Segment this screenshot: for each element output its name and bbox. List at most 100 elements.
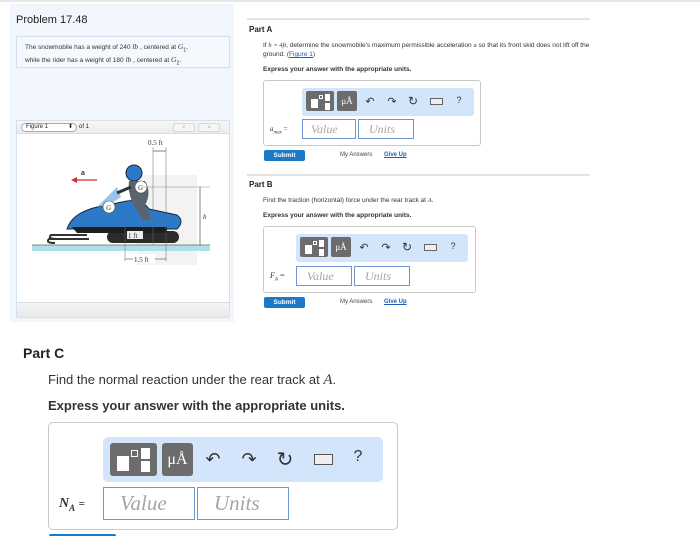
- help-icon[interactable]: ?: [351, 448, 365, 466]
- part-b-title: Part B: [249, 180, 273, 189]
- f-a-label: FA =: [270, 271, 284, 283]
- redo-icon[interactable]: ↷: [386, 95, 398, 108]
- var-subscript: A: [274, 277, 278, 283]
- bottom-dim-label: 1.5 ft: [134, 256, 149, 264]
- statement-text: , centered at: [131, 57, 172, 65]
- units-button[interactable]: μÅ: [162, 443, 193, 476]
- question-text: Find the normal reaction under the rear …: [48, 372, 324, 387]
- part-b-my-answers[interactable]: My Answers: [340, 299, 372, 305]
- fraction-template-icon: [117, 456, 129, 471]
- top-border: [0, 0, 700, 2]
- fraction-template-icon: [311, 99, 318, 108]
- accel-label: a: [81, 170, 85, 177]
- part-a-equation-toolbar: μÅ ↶ ↷ ↻ ?: [302, 88, 474, 116]
- ground-snow: [32, 245, 210, 251]
- part-c-units-input[interactable]: Units: [197, 487, 289, 520]
- part-c-value-input[interactable]: Value: [103, 487, 195, 520]
- keyboard-icon[interactable]: [424, 244, 437, 251]
- part-b-units-input[interactable]: Units: [354, 266, 410, 286]
- part-c-equation-toolbar: μÅ ↶ ↷ ↻ ?: [103, 437, 383, 482]
- reset-icon[interactable]: ↻: [401, 240, 413, 254]
- part-a-give-up-link[interactable]: Give Up: [384, 152, 407, 158]
- question-text: , determine the snowmobile's maximum per…: [286, 42, 474, 49]
- template-num-box: [319, 240, 324, 247]
- part-c-instructions: Express your answer with the appropriate…: [48, 398, 345, 413]
- part-a-divider: [247, 18, 590, 20]
- part-a-submit-button[interactable]: Submit: [264, 150, 305, 161]
- help-icon[interactable]: ?: [448, 241, 458, 251]
- keyboard-icon[interactable]: [314, 454, 333, 465]
- select-arrows-icon: ⬍: [67, 124, 73, 130]
- prev-figure-button[interactable]: <: [173, 123, 195, 132]
- figure-link[interactable]: Figure 1: [289, 51, 313, 58]
- equals-sign: =: [78, 498, 85, 510]
- reset-icon[interactable]: ↻: [275, 447, 295, 472]
- undo-icon[interactable]: ↶: [203, 449, 223, 470]
- part-a-title: Part A: [249, 25, 273, 34]
- snowmobile-figure: G G a 0.5 ft h 1 ft A 1.5 ft: [32, 139, 210, 265]
- equals-sign: =: [283, 125, 288, 133]
- statement-text: , centered at: [138, 44, 178, 51]
- part-c-question: Find the normal reaction under the rear …: [48, 372, 336, 389]
- units-button[interactable]: μÅ: [331, 237, 351, 257]
- question-text: .: [431, 197, 434, 204]
- problem-panel: Problem 17.48 The snowmobile has a weigh…: [10, 4, 234, 322]
- part-a-value-input[interactable]: Value: [302, 119, 356, 139]
- figure-select[interactable]: Figure 1 ⬍: [21, 123, 77, 132]
- g2-subscript: 2: [176, 60, 180, 67]
- part-a-units-input[interactable]: Units: [358, 119, 414, 139]
- a-max-label: amax =: [270, 125, 288, 135]
- reset-icon[interactable]: ↻: [407, 94, 419, 108]
- units-button[interactable]: μÅ: [337, 91, 357, 111]
- part-a-my-answers[interactable]: My Answers: [340, 152, 372, 158]
- part-b-submit-button[interactable]: Submit: [264, 297, 305, 308]
- redo-icon[interactable]: ↷: [239, 449, 259, 470]
- part-b-give-up-link[interactable]: Give Up: [384, 299, 407, 305]
- chevron-left-icon: <: [182, 125, 186, 131]
- next-figure-button[interactable]: >: [198, 123, 220, 132]
- question-text: .: [332, 372, 337, 387]
- part-b-value-input[interactable]: Value: [296, 266, 352, 286]
- undo-icon[interactable]: ↶: [358, 241, 370, 254]
- template-button[interactable]: [306, 91, 334, 111]
- g1-label: G: [106, 204, 111, 212]
- undo-icon[interactable]: ↶: [364, 95, 376, 108]
- var-symbol: N: [59, 496, 70, 511]
- chevron-right-icon: >: [207, 125, 211, 131]
- template-num-box: [325, 94, 330, 101]
- top-dim-label: 0.5 ft: [148, 139, 163, 147]
- template-superscript-box: [319, 95, 323, 99]
- statement-text: The snowmobile has a weight of 240: [25, 44, 133, 51]
- g2-label: G: [138, 184, 143, 192]
- fraction-template-icon: [305, 245, 312, 254]
- figure-select-value: Figure 1: [26, 124, 49, 130]
- point-a-label: A: [168, 237, 174, 245]
- h-label: h: [203, 213, 207, 221]
- var-subscript: A: [69, 502, 76, 513]
- statement-text: while the rider has a weight of 180: [25, 57, 126, 65]
- template-button[interactable]: [110, 443, 157, 476]
- figure-footer: [17, 302, 229, 317]
- math-expression: h = 4ft: [268, 42, 287, 49]
- part-c-answer-box: μÅ ↶ ↷ ↻ ? NA = Value Units: [48, 422, 398, 530]
- part-a-instructions: Express your answer with the appropriate…: [263, 66, 412, 73]
- redo-icon[interactable]: ↷: [380, 241, 392, 254]
- part-c-title: Part C: [23, 345, 65, 361]
- figure-viewer: Figure 1 ⬍ of 1 < > G G a 0.5 ft h 1 ft …: [16, 120, 230, 318]
- question-text: ): [312, 51, 316, 58]
- template-den-box: [141, 461, 150, 472]
- help-icon[interactable]: ?: [454, 95, 464, 105]
- problem-title: Problem 17.48: [16, 14, 88, 26]
- problem-statement: The snowmobile has a weight of 240 lb , …: [16, 36, 230, 68]
- template-den-box: [325, 103, 330, 110]
- ski: [46, 238, 89, 244]
- template-button[interactable]: [300, 237, 328, 257]
- keyboard-icon[interactable]: [430, 98, 443, 105]
- figure-toolbar: Figure 1 ⬍ of 1 < >: [17, 121, 229, 134]
- template-den-box: [319, 249, 324, 256]
- template-superscript-box: [313, 241, 317, 245]
- part-a-question: If h = 4ft, determine the snowmobile's m…: [263, 41, 593, 59]
- part-a-answer-box: μÅ ↶ ↷ ↻ ? amax = Value Units: [263, 80, 481, 146]
- part-b-answer-box: μÅ ↶ ↷ ↻ ? FA = Value Units: [263, 226, 476, 293]
- equals-sign: =: [279, 271, 285, 280]
